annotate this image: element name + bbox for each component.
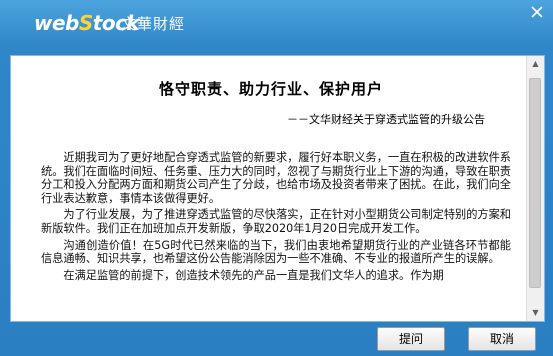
vertical-scrollbar[interactable]: ▲ ▼ [526, 56, 544, 321]
scrollbar-thumb[interactable] [529, 78, 541, 288]
announcement-content[interactable]: 恪守职责、助力行业、保护用户 －－文华财经关于穿透式监管的升级公告 近期我司为了… [10, 55, 545, 322]
chevron-down-icon[interactable]: ▼ [527, 305, 544, 321]
logo-web: web [34, 11, 79, 35]
logo-s: S [78, 11, 93, 35]
close-icon[interactable] [529, 5, 545, 21]
close-icon-glyph [531, 6, 543, 18]
paragraph-1: 近期我司为了更好地配合穿透式监管的新要求，履行好本职义务，一直在积极的改进软件系… [41, 151, 511, 205]
button-bar: 提问 取消 [0, 321, 553, 356]
app-subtitle: 文華財經 [121, 15, 186, 33]
paragraph-4: 在满足监管的前提下，创造技术领先的产品一直是我们文华人的追求。作为期 [63, 268, 444, 282]
title-bar[interactable]: webStock 文華財經 [0, 0, 553, 46]
paragraph-3: 沟通创造价值！在5G时代已然来临的当下，我们由衷地希望期货行业的产业链各环节都能… [41, 238, 511, 266]
chevron-up-icon[interactable]: ▲ [527, 56, 544, 72]
announcement-window: webStock 文華財經 恪守职责、助力行业、保护用户 －－文华财经关于穿透式… [0, 0, 553, 356]
ask-button[interactable]: 提问 [377, 327, 445, 351]
announcement-subtitle: －－文华财经关于穿透式监管的升级公告 [287, 113, 485, 126]
announcement-title: 恪守职责、助力行业、保护用户 [158, 80, 383, 98]
paragraph-2: 为了行业发展，为了推进穿透式监管的尽快落实，正在针对小型期货公司制定特别的方案和… [41, 208, 511, 235]
cancel-button[interactable]: 取消 [468, 327, 536, 351]
announcement-document: 恪守职责、助力行业、保护用户 －－文华财经关于穿透式监管的升级公告 近期我司为了… [21, 56, 521, 321]
